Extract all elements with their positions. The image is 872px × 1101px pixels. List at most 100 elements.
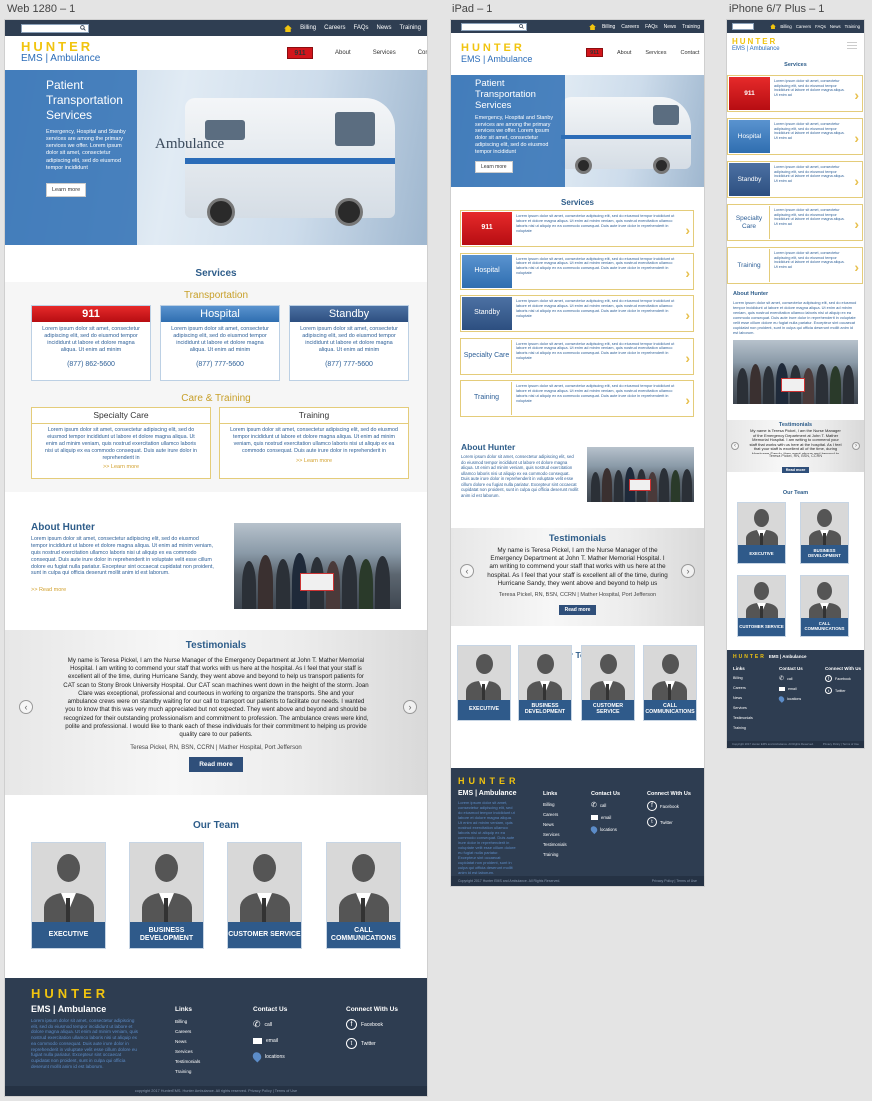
service-list-card[interactable]: 911 Lorem ipsum dolor sit amet, consectet… bbox=[460, 210, 694, 247]
footer-call[interactable]: ✆ call bbox=[253, 1019, 287, 1030]
testimonial-next-arrow[interactable]: › bbox=[403, 700, 417, 714]
team-card[interactable]: CUSTOMER SERVICE bbox=[737, 575, 786, 637]
footer-link-services[interactable]: Services bbox=[733, 703, 753, 713]
service-list-card[interactable]: Standby Lorem ipsum dolor sit amet, conse… bbox=[460, 295, 694, 332]
footer-twitter[interactable]: t Twitter bbox=[647, 817, 691, 827]
hamburger-menu-icon[interactable] bbox=[847, 42, 857, 49]
home-icon[interactable] bbox=[589, 23, 596, 30]
testimonial-prev-arrow[interactable]: ‹ bbox=[19, 700, 33, 714]
training-card-training[interactable]: Training Lorem ipsum dolor sit amet, con… bbox=[219, 407, 409, 479]
util-link-careers[interactable]: Careers bbox=[796, 24, 811, 29]
util-link-careers[interactable]: Careers bbox=[621, 24, 639, 30]
about-read-more-link[interactable]: >> Read more bbox=[31, 587, 66, 593]
team-card[interactable]: CALL COMMUNICATIONS bbox=[643, 645, 697, 721]
util-link-billing[interactable]: Billing bbox=[300, 25, 316, 31]
footer-link-news[interactable]: News bbox=[175, 1037, 200, 1047]
testimonial-next-arrow[interactable]: › bbox=[681, 564, 695, 578]
footer-link-careers[interactable]: Careers bbox=[175, 1027, 200, 1037]
testimonial-read-more-button[interactable]: Read more bbox=[558, 604, 597, 615]
service-list-card[interactable]: Specialty Care Lorem ipsum dolor sit amet… bbox=[727, 204, 863, 241]
footer-link-billing[interactable]: Billing bbox=[543, 800, 567, 810]
footer-link-careers[interactable]: Careers bbox=[543, 810, 567, 820]
footer-link-testimonials[interactable]: Testimonials bbox=[733, 713, 753, 723]
footer-email[interactable]: email bbox=[253, 1038, 287, 1044]
nav-services[interactable]: Services bbox=[373, 50, 396, 56]
ipad-search-input[interactable] bbox=[461, 22, 527, 31]
service-card-standby[interactable]: Standby Lorem ipsum dolor sit amet, cons… bbox=[289, 305, 409, 381]
nav-about[interactable]: About bbox=[335, 50, 351, 56]
nav-services[interactable]: Services bbox=[645, 50, 666, 56]
service-list-card[interactable]: Hospital Lorem ipsum dolor sit amet, cons… bbox=[727, 118, 863, 155]
testimonial-next-arrow[interactable]: › bbox=[852, 442, 860, 450]
web-logo[interactable]: HUNTER EMS | Ambulance bbox=[21, 39, 100, 64]
footer-facebook[interactable]: f Facebook bbox=[825, 675, 861, 682]
card-standby-phone[interactable]: (877) 777-5600 bbox=[290, 361, 408, 368]
team-card[interactable]: CUSTOMER SERVICE bbox=[227, 842, 302, 949]
util-link-training[interactable]: Training bbox=[845, 24, 860, 29]
testimonial-read-more-button[interactable]: Read more bbox=[781, 467, 810, 473]
card-hospital-phone[interactable]: (877) 777-5600 bbox=[161, 361, 279, 368]
footer-link-training[interactable]: Training bbox=[175, 1067, 200, 1077]
footer-twitter[interactable]: t Twitter bbox=[825, 687, 861, 694]
team-card[interactable]: CALL COMMUNICATIONS bbox=[326, 842, 401, 949]
util-link-news[interactable]: News bbox=[830, 24, 841, 29]
util-link-billing[interactable]: Billing bbox=[602, 24, 615, 30]
util-link-faqs[interactable]: FAQs bbox=[354, 25, 369, 31]
footer-locations[interactable]: locations bbox=[250, 1050, 287, 1063]
web-search-input[interactable] bbox=[21, 23, 89, 33]
footer-facebook[interactable]: f Facebook bbox=[647, 801, 691, 811]
iphone-search-input[interactable] bbox=[732, 23, 754, 30]
util-link-news[interactable]: News bbox=[664, 24, 677, 30]
nav-contact[interactable]: Contact bbox=[680, 50, 699, 56]
util-link-training[interactable]: Training bbox=[400, 25, 421, 31]
testimonial-prev-arrow[interactable]: ‹ bbox=[460, 564, 474, 578]
team-card[interactable]: BUSINESS DEVELOPMENT bbox=[800, 502, 849, 564]
hero-learn-more-button[interactable]: Learn more bbox=[475, 161, 513, 174]
footer-link-services[interactable]: Services bbox=[175, 1047, 200, 1057]
util-link-faqs[interactable]: FAQs bbox=[815, 24, 826, 29]
ipad-logo[interactable]: HUNTER EMS | Ambulance bbox=[461, 42, 532, 64]
service-list-card[interactable]: Specialty Care Lorem ipsum dolor sit amet… bbox=[460, 337, 694, 375]
service-card-hospital[interactable]: Hospital Lorem ipsum dolor sit amet, con… bbox=[160, 305, 280, 381]
training-card-specialty[interactable]: Specialty Care Lorem ipsum dolor sit ame… bbox=[31, 407, 211, 479]
team-card[interactable]: BUSINESS DEVELOPMENT bbox=[518, 645, 572, 721]
footer-email[interactable]: email bbox=[779, 687, 803, 691]
footer-link-careers[interactable]: Careers bbox=[733, 683, 753, 693]
nav-911-badge[interactable]: 911 bbox=[287, 47, 313, 59]
home-icon[interactable] bbox=[284, 24, 293, 32]
testimonial-read-more-button[interactable]: Read more bbox=[189, 757, 243, 773]
footer-locations[interactable]: locations bbox=[777, 695, 803, 703]
service-card-911[interactable]: 911 Lorem ipsum dolor sit amet, consecte… bbox=[31, 305, 151, 381]
footer-twitter[interactable]: t Twitter bbox=[346, 1038, 398, 1049]
footer-link-training[interactable]: Training bbox=[733, 723, 753, 733]
team-card[interactable]: CALL COMMUNICATIONS bbox=[800, 575, 849, 637]
service-list-card[interactable]: Hospital Lorem ipsum dolor sit amet, cons… bbox=[460, 252, 694, 290]
footer-call[interactable]: ✆ call bbox=[779, 675, 803, 682]
service-list-card[interactable]: Standby Lorem ipsum dolor sit amet, conse… bbox=[727, 161, 863, 198]
footer-link-training[interactable]: Training bbox=[543, 850, 567, 860]
util-link-news[interactable]: News bbox=[377, 25, 392, 31]
hero-learn-more-button[interactable]: Learn more bbox=[46, 182, 87, 197]
policy-links[interactable]: Privacy Policy | Terms of Use bbox=[652, 876, 697, 886]
footer-locations[interactable]: locations bbox=[589, 824, 620, 835]
footer-link-billing[interactable]: Billing bbox=[733, 673, 753, 683]
footer-facebook[interactable]: f Facebook bbox=[346, 1019, 398, 1030]
service-list-card[interactable]: 911 Lorem ipsum dolor sit amet, consectet… bbox=[727, 75, 863, 112]
footer-link-testimonials[interactable]: Testimonials bbox=[175, 1057, 200, 1067]
training-link[interactable]: >> Learn more bbox=[220, 458, 408, 464]
service-list-card[interactable]: Training Lorem ipsum dolor sit amet, cons… bbox=[460, 380, 694, 417]
home-icon[interactable] bbox=[770, 24, 777, 29]
util-link-careers[interactable]: Careers bbox=[324, 25, 345, 31]
team-card[interactable]: BUSINESS DEVELOPMENT bbox=[129, 842, 204, 949]
util-link-training[interactable]: Training bbox=[682, 24, 700, 30]
nav-contact[interactable]: Contact bbox=[418, 50, 427, 56]
nav-about[interactable]: About bbox=[617, 50, 631, 56]
footer-link-services[interactable]: Services bbox=[543, 830, 567, 840]
footer-link-news[interactable]: News bbox=[733, 693, 753, 703]
card-911-phone[interactable]: (877) 862-5600 bbox=[32, 361, 150, 368]
nav-911-badge[interactable]: 911 bbox=[586, 48, 603, 57]
team-card[interactable]: CUSTOMER SERVICE bbox=[581, 645, 635, 721]
iphone-logo[interactable]: HUNTER EMS | Ambulance bbox=[732, 37, 780, 52]
footer-link-testimonials[interactable]: Testimonials bbox=[543, 840, 567, 850]
footer-link-billing[interactable]: Billing bbox=[175, 1017, 200, 1027]
